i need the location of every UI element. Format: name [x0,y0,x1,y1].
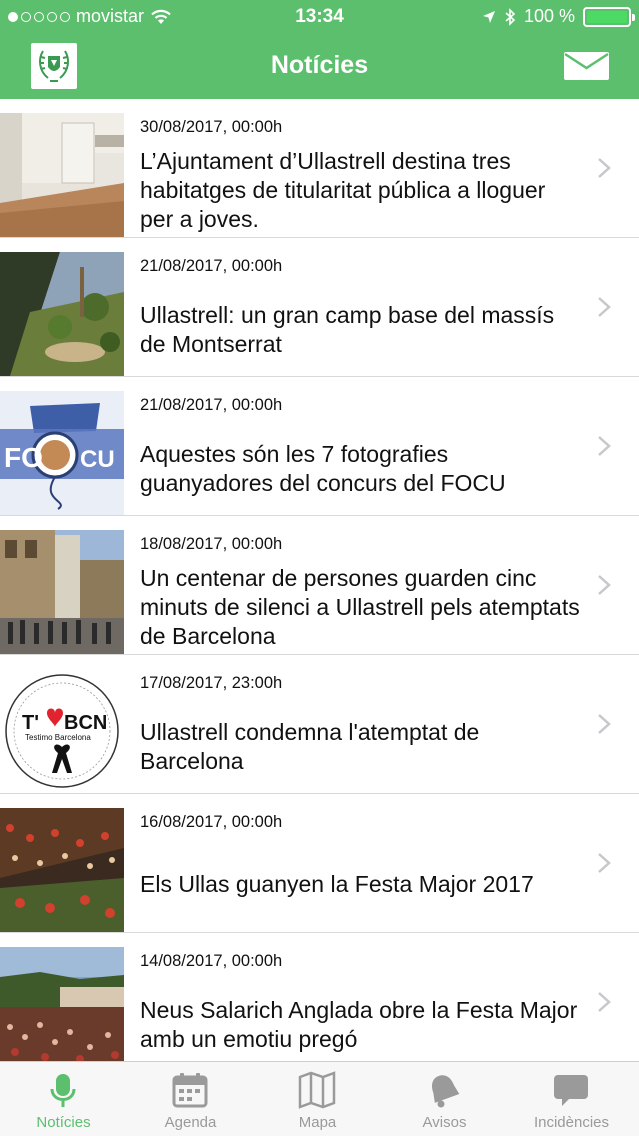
news-item[interactable]: T' BCN Testimo Barcelona 17/08/2017, 23:… [0,655,639,794]
news-item[interactable]: FO CU 21/08/2017, 00:00h Aquestes són le… [0,377,639,516]
map-icon [298,1071,336,1109]
news-title: Ullastrell: un gran camp base del massís… [140,302,555,357]
tab-label: Notícies [36,1114,91,1131]
bcn-text-t: T' [22,712,39,734]
battery-icon [583,6,635,27]
bcn-text-bcn: BCN [64,712,107,734]
chevron-right-icon [598,575,611,595]
tab-label: Agenda [164,1114,217,1131]
news-date: 21/08/2017, 00:00h [140,257,283,275]
news-title: Els Ullas guanyen la Festa Major 2017 [140,871,534,897]
news-item[interactable]: 16/08/2017, 00:00h Els Ullas guanyen la … [0,794,639,933]
focu-text-left: FO [4,442,43,473]
calendar-icon [172,1073,208,1108]
bell-icon [432,1075,460,1108]
chevron-right-icon [598,436,611,456]
news-date: 18/08/2017, 00:00h [140,535,283,553]
battery-percent: 100 % [523,6,575,26]
chevron-right-icon [598,853,611,873]
focu-text-right: CU [80,446,115,473]
tab-label: Avisos [422,1114,467,1131]
microphone-icon [50,1074,76,1107]
status-bar: movistar 13:34 100 % [0,0,639,34]
page-title: Notícies [270,51,369,79]
news-list[interactable]: 30/08/2017, 00:00h L’Ajuntament d’Ullast… [0,99,639,1061]
news-title: Aquestes són les 7 fotografies guanyador… [140,441,506,496]
tab-label: Incidències [533,1114,610,1131]
news-date: 16/08/2017, 00:00h [140,813,283,831]
news-thumbnail [0,947,124,1061]
news-date: 30/08/2017, 00:00h [140,118,283,136]
chevron-right-icon [598,158,611,178]
news-title: Un centenar de persones guarden cinc min… [140,565,580,649]
tab-incidencies[interactable]: Incidències [508,1062,635,1136]
news-date: 17/08/2017, 23:00h [140,674,283,692]
chat-icon [554,1075,588,1106]
chevron-right-icon [598,297,611,317]
news-thumbnail: T' BCN Testimo Barcelona [0,669,124,793]
news-item[interactable]: 30/08/2017, 00:00h L’Ajuntament d’Ullast… [0,99,639,238]
news-title: Ullastrell condemna l'atemptat de Barcel… [140,719,480,774]
bcn-subtitle: Testimo Barcelona [25,733,91,742]
app-header: movistar 13:34 100 % Notícies [0,0,639,99]
news-date: 21/08/2017, 00:00h [140,396,283,414]
chevron-right-icon [598,714,611,734]
location-arrow-icon [482,10,495,23]
tab-mapa[interactable]: Mapa [254,1062,381,1136]
news-thumbnail: FO CU [0,391,124,515]
tab-bar: Notícies Agenda Mapa Avisos Incidències [0,1061,639,1136]
news-thumbnail [0,113,124,237]
mail-icon[interactable] [564,52,609,80]
news-item[interactable]: 21/08/2017, 00:00h Ullastrell: un gran c… [0,238,639,377]
news-thumbnail [0,252,124,376]
news-thumbnail [0,530,124,654]
status-right: 100 % [482,6,635,27]
tab-noticies[interactable]: Notícies [0,1062,127,1136]
tab-label: Mapa [298,1114,337,1131]
chevron-right-icon [598,992,611,1012]
tab-avisos[interactable]: Avisos [381,1062,508,1136]
news-title: L’Ajuntament d’Ullastrell destina tres h… [140,148,546,232]
bluetooth-icon [505,7,516,26]
news-item[interactable]: 18/08/2017, 00:00h Un centenar de person… [0,516,639,655]
news-title: Neus Salarich Anglada obre la Festa Majo… [140,997,578,1052]
tab-agenda[interactable]: Agenda [127,1062,254,1136]
news-thumbnail [0,808,124,932]
news-date: 14/08/2017, 00:00h [140,952,283,970]
news-item[interactable]: 14/08/2017, 00:00h Neus Salarich Anglada… [0,933,639,1061]
